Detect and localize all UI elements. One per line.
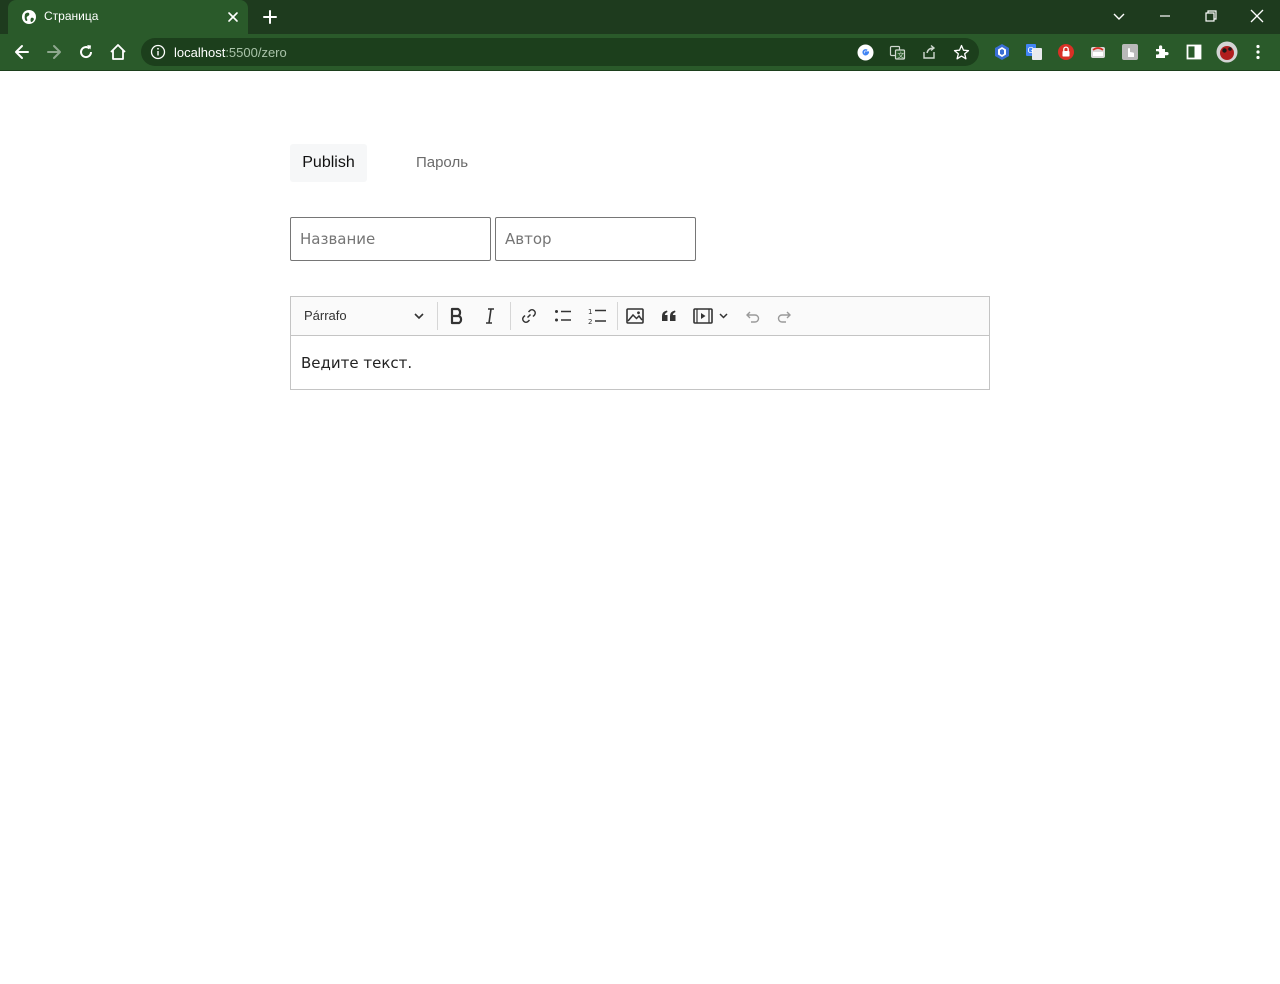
editor-content[interactable]: Ведите текст. bbox=[301, 354, 412, 372]
browser-menu-icon[interactable] bbox=[1249, 43, 1267, 61]
media-embed-icon[interactable] bbox=[692, 305, 732, 327]
chevron-down-icon bbox=[414, 313, 424, 320]
tab-publish[interactable]: Publish bbox=[290, 144, 367, 182]
image-icon[interactable] bbox=[624, 305, 646, 327]
restore-icon[interactable] bbox=[1201, 6, 1221, 26]
browser-toolbar: localhost:5500/zero 文 G bbox=[0, 34, 1280, 71]
toolbar-separator bbox=[510, 302, 511, 330]
tab-title: Страница bbox=[44, 9, 99, 23]
title-input[interactable] bbox=[290, 217, 491, 261]
undo-icon[interactable] bbox=[741, 305, 763, 327]
heading-dropdown-label: Párrafo bbox=[304, 308, 347, 323]
share-icon[interactable] bbox=[921, 44, 938, 61]
redo-icon[interactable] bbox=[774, 305, 796, 327]
bookmark-star-icon[interactable] bbox=[953, 44, 970, 61]
globe-icon bbox=[22, 10, 36, 24]
reload-icon[interactable] bbox=[76, 42, 96, 62]
back-icon[interactable] bbox=[12, 42, 32, 62]
url-path: :5500/zero bbox=[225, 45, 287, 60]
lock-extension-icon[interactable] bbox=[1057, 43, 1075, 61]
new-tab-icon[interactable] bbox=[261, 8, 279, 26]
svg-text:G: G bbox=[1028, 46, 1034, 55]
profile-avatar-icon[interactable] bbox=[1216, 41, 1238, 63]
home-icon[interactable] bbox=[108, 42, 128, 62]
site-info-icon[interactable] bbox=[150, 44, 166, 60]
author-input[interactable] bbox=[495, 217, 696, 261]
bold-icon[interactable] bbox=[446, 305, 468, 327]
close-window-icon[interactable] bbox=[1247, 6, 1267, 26]
tab-password[interactable]: Пароль bbox=[403, 144, 481, 180]
close-tab-icon[interactable] bbox=[224, 8, 242, 26]
cast-extension-icon[interactable] bbox=[1089, 43, 1107, 61]
url-text: localhost:5500/zero bbox=[174, 45, 287, 60]
italic-icon[interactable] bbox=[479, 305, 501, 327]
tab-search-icon[interactable] bbox=[1109, 6, 1129, 26]
forward-icon[interactable] bbox=[44, 42, 64, 62]
google-icon[interactable] bbox=[857, 44, 874, 61]
toolbar-separator bbox=[437, 302, 438, 330]
address-bar[interactable]: localhost:5500/zero 文 bbox=[141, 38, 979, 66]
blockquote-icon[interactable] bbox=[658, 305, 680, 327]
google-translate-extension-icon[interactable]: G bbox=[1025, 43, 1043, 61]
link-icon[interactable] bbox=[518, 305, 540, 327]
toolbar-separator bbox=[617, 302, 618, 330]
numbered-list-icon[interactable]: 1 2 bbox=[586, 305, 608, 327]
browser-tabstrip: Страница bbox=[0, 0, 1280, 34]
translate-icon[interactable]: 文 bbox=[889, 44, 906, 61]
bulleted-list-icon[interactable] bbox=[552, 305, 574, 327]
hand-extension-icon[interactable] bbox=[1121, 43, 1139, 61]
rich-text-editor: Párrafo 1 2 Ведите текст. bbox=[290, 296, 990, 390]
browser-tab[interactable]: Страница bbox=[8, 0, 248, 34]
side-panel-icon[interactable] bbox=[1185, 43, 1203, 61]
svg-text:2: 2 bbox=[588, 318, 592, 326]
editor-toolbar: Párrafo 1 2 bbox=[291, 297, 989, 336]
minimize-icon[interactable] bbox=[1155, 6, 1175, 26]
extension-blue-icon[interactable] bbox=[993, 43, 1011, 61]
heading-dropdown[interactable]: Párrafo bbox=[297, 301, 431, 331]
svg-text:文: 文 bbox=[897, 51, 904, 60]
url-host: localhost bbox=[174, 45, 226, 60]
svg-text:1: 1 bbox=[588, 308, 592, 316]
extensions-puzzle-icon[interactable] bbox=[1153, 43, 1171, 61]
